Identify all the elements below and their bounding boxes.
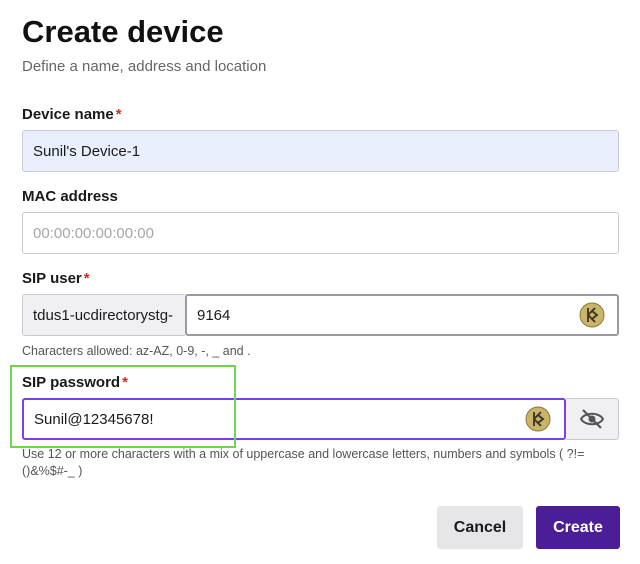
toggle-password-visibility-button[interactable] — [566, 398, 619, 440]
keeper-icon[interactable] — [579, 302, 605, 328]
sip-user-hint: Characters allowed: az-AZ, 0-9, -, _ and… — [22, 344, 251, 358]
highlight-box — [10, 365, 236, 448]
sip-user-prefix: tdus1-ucdirectorystg- — [22, 294, 185, 336]
device-name-input[interactable]: Sunil's Device-1 — [22, 130, 619, 172]
sip-password-hint: Use 12 or more characters with a mix of … — [22, 447, 585, 478]
required-mark: * — [115, 106, 122, 123]
eye-off-icon — [579, 409, 605, 429]
mac-address-input[interactable]: 00:00:00:00:00:00 — [22, 212, 619, 254]
page-subtitle: Define a name, address and location — [22, 58, 267, 75]
mac-address-label: MAC address — [22, 188, 118, 205]
cancel-button[interactable]: Cancel — [437, 506, 523, 549]
sip-user-value: 9164 — [197, 306, 231, 324]
mac-address-placeholder: 00:00:00:00:00:00 — [33, 224, 154, 242]
create-button[interactable]: Create — [536, 506, 620, 549]
page-title: Create device — [22, 14, 224, 49]
required-mark: * — [83, 270, 90, 287]
sip-user-label: SIP user * — [22, 270, 90, 287]
device-name-value: Sunil's Device-1 — [33, 142, 141, 160]
device-name-label: Device name * — [22, 106, 122, 123]
keeper-icon[interactable] — [525, 406, 551, 432]
sip-user-input[interactable]: 9164 — [185, 294, 619, 336]
